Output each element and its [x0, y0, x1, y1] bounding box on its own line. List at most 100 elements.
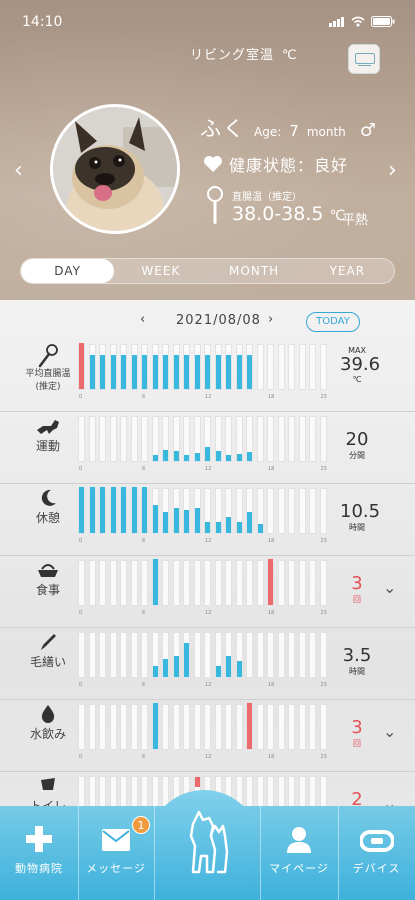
hour-bar — [99, 704, 106, 750]
hour-tick-label: 0 — [79, 466, 83, 472]
hour-bar-fill — [226, 455, 231, 461]
tab-week[interactable]: WEEK — [114, 259, 207, 283]
temp-caption: 直腸温（推定） — [232, 192, 302, 203]
tab-year[interactable]: YEAR — [301, 259, 394, 283]
hour-bar — [193, 632, 201, 678]
hour-bar-fill — [247, 703, 252, 749]
hour-bar — [193, 704, 201, 750]
hour-bar — [141, 632, 148, 678]
hour-bar-fill — [142, 354, 147, 389]
hour-bar — [99, 344, 106, 390]
nav-home[interactable] — [154, 806, 260, 900]
hour-bar — [225, 488, 232, 534]
metric-row[interactable]: 水飲み 0 6 12 18 23 3 回 ⌄ — [0, 700, 415, 772]
hour-bar — [214, 488, 222, 534]
hour-bar-fill — [110, 354, 116, 389]
hour-bar-fill — [194, 452, 200, 461]
hour-bar — [309, 560, 316, 606]
hour-bar — [172, 416, 180, 462]
hourly-bar-chart — [78, 416, 334, 466]
hour-tick-label: 12 — [205, 610, 212, 616]
metric-row: 平均直腸温 (推定) 0 6 12 18 23 MAX 39.6 ℃ — [0, 340, 415, 412]
next-pet-chevron-icon[interactable]: › — [388, 158, 397, 183]
hour-bar — [78, 632, 85, 678]
hour-tick-label: 18 — [268, 610, 275, 616]
hour-tick-label: 23 — [320, 754, 327, 760]
metric-value: 3回 — [340, 574, 374, 605]
hour-bar — [288, 344, 295, 390]
hour-tick-label: 23 — [320, 538, 327, 544]
metric-row[interactable]: 食事 0 6 12 18 23 3 回 ⌄ — [0, 556, 415, 628]
nav-device[interactable]: デバイス — [338, 806, 415, 900]
hour-bar — [141, 344, 148, 390]
hour-bar — [78, 704, 85, 750]
nav-animal-hospital[interactable]: 動物病院 — [0, 806, 78, 900]
hour-bar — [78, 343, 85, 390]
hour-bar — [172, 488, 180, 534]
air-conditioner-button[interactable] — [348, 44, 380, 74]
hour-bar — [267, 488, 274, 534]
hour-bar — [183, 488, 190, 534]
hour-bar-fill — [152, 354, 158, 389]
hour-bar — [298, 488, 306, 534]
nav-my-page[interactable]: マイページ — [260, 806, 338, 900]
room-temp-unit: ℃ — [282, 48, 297, 63]
hour-bar-fill — [89, 487, 95, 533]
hour-bar-fill — [205, 521, 210, 533]
hour-bar — [141, 704, 148, 750]
hour-bar — [162, 344, 169, 390]
hourly-bar-chart — [78, 343, 334, 394]
prev-date-chevron-icon[interactable]: ‹ — [140, 312, 145, 327]
wifi-icon — [351, 16, 365, 27]
tab-day[interactable]: DAY — [21, 259, 115, 283]
hour-bar — [120, 344, 127, 390]
hour-bar — [309, 704, 316, 750]
hour-bar-fill — [268, 559, 273, 605]
hour-ticks: 0 6 12 18 23 — [78, 538, 334, 546]
hour-bar — [309, 344, 316, 390]
hour-bar — [99, 632, 106, 678]
hour-ticks: 0 6 12 18 23 — [78, 394, 334, 402]
metric-value-number: 20 — [345, 429, 369, 450]
hour-bar-fill — [184, 455, 189, 461]
next-date-chevron-icon[interactable]: › — [268, 312, 273, 327]
hour-bar-fill — [163, 449, 168, 461]
hour-bar-fill — [184, 642, 189, 677]
metric-value-unit: 回 — [353, 739, 361, 748]
metric-name: 平均直腸温 (推定) — [25, 369, 71, 392]
metric-value: 3.5 時間 — [340, 646, 374, 677]
heart-icon — [204, 156, 222, 172]
today-button[interactable]: TODAY — [306, 312, 360, 332]
health-status: 健康状態：良好 — [203, 152, 348, 176]
pet-age-value: 7 — [289, 122, 299, 140]
tab-month[interactable]: MONTH — [208, 259, 301, 283]
hour-bar — [99, 560, 106, 606]
hour-bar — [193, 416, 201, 462]
hour-tick-label: 18 — [268, 466, 275, 472]
pet-name: ふく — [200, 117, 246, 141]
hour-bar — [88, 704, 96, 750]
hour-bar — [109, 487, 117, 534]
expand-chevron-icon[interactable]: ⌄ — [383, 578, 396, 597]
expand-chevron-icon[interactable]: ⌄ — [383, 722, 396, 741]
hour-tick-label: 18 — [268, 754, 275, 760]
hour-bar-fill — [205, 354, 210, 389]
prev-pet-chevron-icon[interactable]: ‹ — [14, 158, 23, 183]
pet-avatar[interactable] — [50, 104, 180, 234]
nav-my-page-label: マイページ — [269, 862, 329, 875]
hour-bar — [172, 632, 180, 678]
message-badge: 1 — [132, 816, 150, 834]
temp-range-value: 38.0-38.5 — [232, 203, 324, 225]
hour-bar — [120, 487, 127, 534]
hour-bar — [319, 416, 327, 462]
dog-cat-icon — [189, 810, 229, 874]
hour-bar-fill — [215, 665, 221, 677]
health-status-label: 健康状態：良好 — [229, 156, 349, 175]
hour-bar-fill — [184, 510, 189, 533]
hour-bar-fill — [121, 354, 126, 389]
hour-bar — [288, 416, 295, 462]
metric-name: 水飲み — [29, 727, 66, 741]
hour-bar — [288, 632, 295, 678]
hour-bar — [235, 704, 243, 750]
hour-bar-fill — [236, 521, 242, 533]
